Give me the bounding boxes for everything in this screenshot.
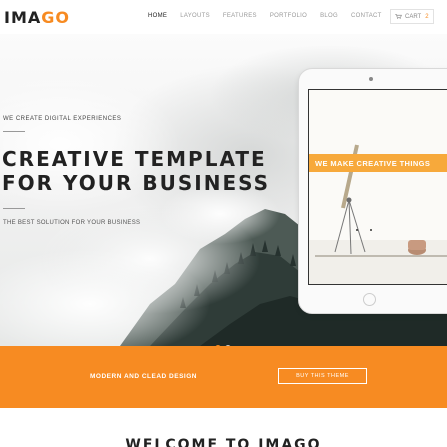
main-nav: HOME LAYOUTS FEATURES PORTFOLIO BLOG CON… bbox=[148, 13, 395, 19]
site-header: IMAGO HOME LAYOUTS FEATURES PORTFOLIO BL… bbox=[0, 0, 447, 34]
tablet-screen: WE MAKE CREATIVE THINGS bbox=[308, 89, 447, 285]
subline-divider bbox=[3, 208, 25, 209]
cart-button[interactable]: CART 2 bbox=[390, 9, 434, 24]
nav-item-portfolio[interactable]: PORTFOLIO bbox=[270, 13, 307, 19]
nav-item-contact[interactable]: CONTACT bbox=[351, 13, 382, 19]
buy-theme-button[interactable]: BUY THIS THEME bbox=[278, 368, 367, 384]
headline-line-1: CREATIVE TEMPLATE bbox=[2, 147, 267, 171]
nav-item-features[interactable]: FEATURES bbox=[223, 13, 257, 19]
nav-item-blog[interactable]: BLOG bbox=[320, 13, 338, 19]
tablet-camera bbox=[369, 77, 373, 81]
hero-eyebrow: WE CREATE DIGITAL EXPERIENCES bbox=[3, 116, 122, 122]
nav-item-layouts[interactable]: LAYOUTS bbox=[180, 13, 210, 19]
logo-accent: GO bbox=[41, 8, 70, 27]
tablet-home-button bbox=[363, 293, 376, 306]
hero-headline: CREATIVE TEMPLATE FOR YOUR BUSINESS bbox=[2, 147, 270, 195]
cta-band: MODERN AND CLEAD DESIGN BUY THIS THEME bbox=[0, 346, 447, 408]
site-logo[interactable]: IMAGO bbox=[4, 8, 70, 27]
hero-subline: THE BEST SOLUTION FOR YOUR BUSINESS bbox=[3, 220, 141, 226]
cart-count: 2 bbox=[425, 13, 429, 20]
cart-icon bbox=[395, 14, 402, 19]
welcome-section: WELCOME TO IMAGO bbox=[0, 408, 447, 447]
hero-slider: WE CREATE DIGITAL EXPERIENCES CREATIVE T… bbox=[0, 34, 447, 346]
cart-label: CART bbox=[405, 13, 422, 20]
nav-item-home[interactable]: HOME bbox=[148, 13, 167, 19]
tablet-banner: WE MAKE CREATIVE THINGS bbox=[309, 154, 447, 172]
eyebrow-divider bbox=[3, 131, 25, 132]
welcome-title: WELCOME TO IMAGO bbox=[125, 437, 322, 447]
telescope-illustration bbox=[309, 90, 447, 284]
tablet-mockup: WE MAKE CREATIVE THINGS bbox=[298, 68, 447, 314]
logo-main: IMA bbox=[4, 8, 42, 27]
headline-line-2: FOR YOUR BUSINESS bbox=[2, 171, 271, 195]
cta-text: MODERN AND CLEAD DESIGN bbox=[90, 373, 197, 380]
